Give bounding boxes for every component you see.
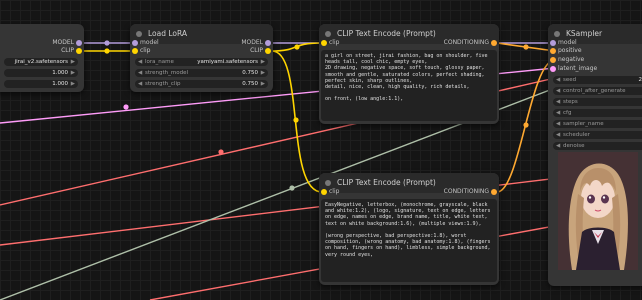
input-positive: positive bbox=[558, 47, 582, 54]
arrow-right-icon[interactable]: ▶ bbox=[261, 80, 265, 88]
arrow-left-icon[interactable]: ◀ bbox=[556, 120, 560, 128]
load-lora-node[interactable]: Load LoRA model clip MODEL CLIP ◀ lora_n… bbox=[130, 24, 273, 92]
input-clip: clip bbox=[329, 188, 340, 195]
arrow-right-icon[interactable]: ▶ bbox=[71, 80, 75, 88]
checkpoint-loader-node[interactable]: MODEL CLIP jirai_v2.safetensors ▶ 1.000 … bbox=[0, 24, 84, 92]
strength-model-widget[interactable]: ◀ strength_model 0.750 ▶ bbox=[135, 69, 268, 77]
sampler-name-widget[interactable]: ◀ sampler_name bbox=[553, 120, 642, 128]
input-latent-image: latent_image bbox=[558, 65, 598, 72]
conditioning-output-socket[interactable] bbox=[491, 189, 497, 195]
output-model: MODEL bbox=[52, 39, 74, 46]
output-clip: CLIP bbox=[61, 47, 74, 54]
output-model: MODEL bbox=[241, 39, 263, 46]
clip-output-socket[interactable] bbox=[265, 48, 271, 54]
arrow-right-icon[interactable]: ▶ bbox=[261, 69, 265, 77]
lora-name-widget[interactable]: ◀ lora_name yamiyami.safetensors ▶ bbox=[135, 58, 268, 66]
scheduler-widget[interactable]: ◀ scheduler bbox=[553, 131, 642, 139]
arrow-left-icon[interactable]: ◀ bbox=[556, 131, 560, 139]
clip-input-socket[interactable] bbox=[321, 189, 327, 195]
negative-input-socket[interactable] bbox=[550, 57, 556, 63]
collapse-dot-icon[interactable] bbox=[136, 31, 142, 37]
model-output-socket[interactable] bbox=[76, 40, 82, 46]
steps-widget[interactable]: ◀ steps bbox=[553, 98, 642, 106]
seed-widget[interactable]: ◀ seed 25086 bbox=[553, 76, 642, 84]
ksampler-node[interactable]: KSampler model positive negative latent_… bbox=[548, 24, 642, 286]
arrow-left-icon[interactable]: ◀ bbox=[138, 69, 142, 77]
model-input-socket[interactable] bbox=[550, 40, 556, 46]
clip-output-socket[interactable] bbox=[76, 48, 82, 54]
output-conditioning: CONDITIONING bbox=[443, 188, 489, 195]
output-clip: CLIP bbox=[250, 47, 263, 54]
prompt-textarea[interactable]: EasyNegative, letterbox, (monochrome, gr… bbox=[321, 199, 497, 282]
arrow-left-icon[interactable]: ◀ bbox=[556, 142, 560, 150]
positive-input-socket[interactable] bbox=[550, 48, 556, 54]
clip-text-encode-positive-node[interactable]: CLIP Text Encode (Prompt) clip CONDITION… bbox=[319, 24, 499, 124]
arrow-right-icon[interactable]: ▶ bbox=[71, 58, 75, 66]
preview-image bbox=[558, 152, 638, 270]
collapse-dot-icon[interactable] bbox=[325, 31, 331, 37]
arrow-left-icon[interactable]: ◀ bbox=[556, 76, 560, 84]
arrow-left-icon[interactable]: ◀ bbox=[556, 98, 560, 106]
arrow-right-icon[interactable]: ▶ bbox=[261, 58, 265, 66]
output-conditioning: CONDITIONING bbox=[443, 39, 489, 46]
conditioning-output-socket[interactable] bbox=[491, 40, 497, 46]
prompt-textarea[interactable]: a girl on street, jirai fashion, bag on … bbox=[321, 50, 497, 121]
model-input-socket[interactable] bbox=[132, 40, 138, 46]
node-title: CLIP Text Encode (Prompt) bbox=[337, 178, 436, 187]
model-output-socket[interactable] bbox=[265, 40, 271, 46]
denoise-widget[interactable]: ◀ denoise bbox=[553, 142, 642, 150]
collapse-dot-icon[interactable] bbox=[554, 31, 560, 37]
node-title: Load LoRA bbox=[148, 29, 188, 38]
input-clip: clip bbox=[140, 47, 151, 54]
collapse-dot-icon[interactable] bbox=[325, 180, 331, 186]
weight-widget-1[interactable]: 1.000 ▶ bbox=[4, 69, 78, 77]
input-negative: negative bbox=[558, 56, 585, 63]
weight-widget-2[interactable]: 1.000 ▶ bbox=[4, 80, 78, 88]
strength-clip-widget[interactable]: ◀ strength_clip 0.750 ▶ bbox=[135, 80, 268, 88]
clip-input-socket[interactable] bbox=[321, 40, 327, 46]
input-clip: clip bbox=[329, 39, 340, 46]
input-model: model bbox=[140, 39, 159, 46]
arrow-left-icon[interactable]: ◀ bbox=[138, 58, 142, 66]
input-model: model bbox=[558, 39, 577, 46]
ckpt-name-widget[interactable]: jirai_v2.safetensors ▶ bbox=[4, 58, 78, 66]
clip-input-socket[interactable] bbox=[132, 48, 138, 54]
node-title: KSampler bbox=[566, 29, 603, 38]
clip-text-encode-negative-node[interactable]: CLIP Text Encode (Prompt) clip CONDITION… bbox=[319, 173, 499, 285]
cfg-widget[interactable]: ◀ cfg bbox=[553, 109, 642, 117]
node-title: CLIP Text Encode (Prompt) bbox=[337, 29, 436, 38]
arrow-left-icon[interactable]: ◀ bbox=[138, 80, 142, 88]
arrow-right-icon[interactable]: ▶ bbox=[71, 69, 75, 77]
control-after-generate-widget[interactable]: ◀ control_after_generate bbox=[553, 87, 642, 95]
latent-input-socket[interactable] bbox=[550, 66, 556, 72]
arrow-left-icon[interactable]: ◀ bbox=[556, 109, 560, 117]
arrow-left-icon[interactable]: ◀ bbox=[556, 87, 560, 95]
